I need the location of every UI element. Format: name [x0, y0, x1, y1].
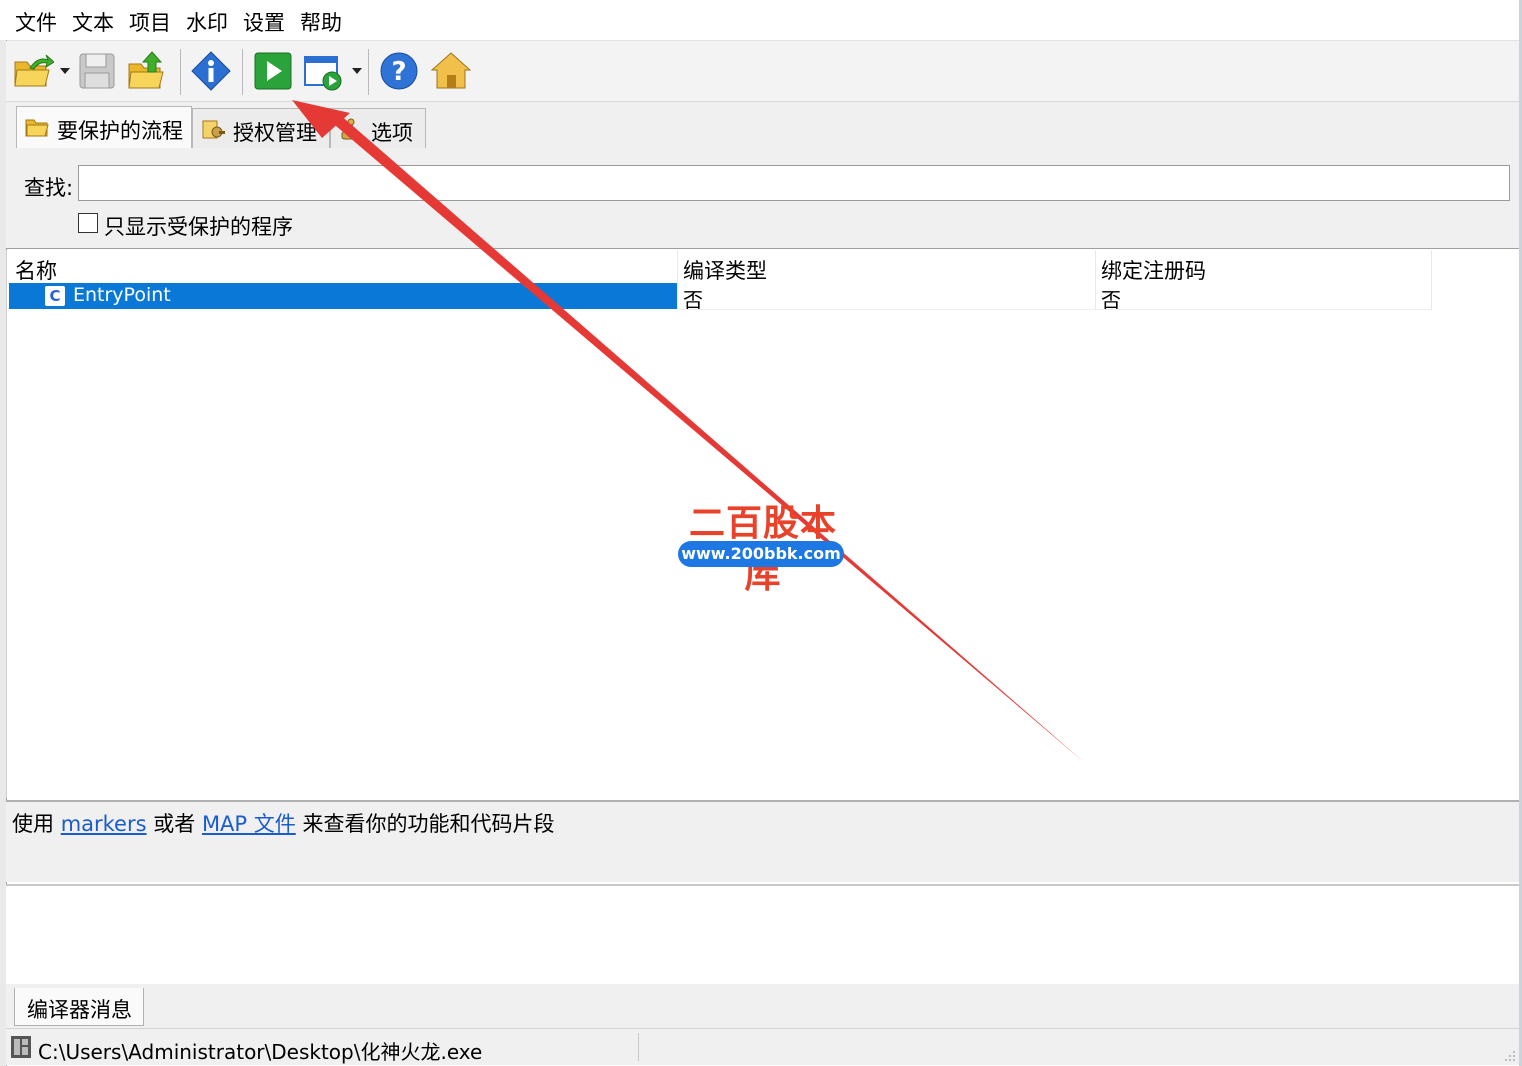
show-protected-only-label[interactable]: 只显示受保护的程序: [104, 211, 293, 241]
tab-label: 选项: [371, 121, 413, 145]
info-icon[interactable]: [190, 50, 232, 92]
resize-grip-icon[interactable]: [1502, 1048, 1516, 1062]
status-file-path: C:\Users\Administrator\Desktop\化神火龙.exe: [38, 1040, 483, 1064]
column-divider: [1431, 250, 1432, 310]
tab-options[interactable]: 选项: [330, 108, 426, 148]
tab-label: 授权管理: [233, 121, 317, 145]
folder-icon: [25, 119, 49, 137]
column-header-compile-type[interactable]: 编译类型: [683, 255, 767, 285]
menu-text[interactable]: 文本: [72, 7, 114, 37]
compiler-output-pane[interactable]: [6, 884, 1520, 985]
info-prefix: 使用: [12, 812, 54, 836]
search-panel: 查找: 只显示受保护的程序: [6, 148, 1520, 249]
tab-protected-procedures[interactable]: 要保护的流程: [16, 106, 192, 149]
tab-license-management[interactable]: 授权管理: [192, 108, 330, 148]
tab-compiler-messages[interactable]: 编译器消息: [14, 988, 144, 1026]
class-c-icon: C: [45, 286, 65, 306]
menu-file[interactable]: 文件: [15, 7, 57, 37]
bottom-tab-strip: 编译器消息: [6, 984, 1520, 1028]
upload-folder-icon[interactable]: [126, 50, 168, 92]
license-icon: [202, 120, 225, 139]
row-divider: [677, 309, 1431, 310]
info-text: 使用 markers 或者 MAP 文件 来查看你的功能和代码片段: [12, 808, 554, 838]
table-row[interactable]: C EntryPoint: [9, 283, 677, 309]
markers-link[interactable]: markers: [61, 812, 147, 836]
options-icon: [341, 118, 361, 140]
menu-watermark[interactable]: 水印: [186, 7, 228, 37]
run-dropdown-arrow[interactable]: [352, 68, 362, 74]
status-separator: [638, 1033, 639, 1061]
info-panel: 使用 markers 或者 MAP 文件 来查看你的功能和代码片段: [6, 800, 1520, 882]
tab-label: 要保护的流程: [57, 119, 183, 143]
column-header-bind-key[interactable]: 绑定注册码: [1101, 255, 1206, 285]
status-bar: C:\Users\Administrator\Desktop\化神火龙.exe: [6, 1028, 1520, 1065]
home-icon[interactable]: [430, 50, 472, 92]
tab-label: 编译器消息: [27, 998, 132, 1022]
svg-text:?: ?: [391, 57, 406, 87]
menu-project[interactable]: 项目: [129, 7, 171, 37]
main-tab-strip: 要保护的流程 授权管理 选项: [6, 102, 1520, 149]
open-dropdown-arrow[interactable]: [60, 68, 70, 74]
column-divider: [1095, 250, 1096, 310]
menu-settings[interactable]: 设置: [243, 7, 285, 37]
info-suffix: 来查看你的功能和代码片段: [302, 812, 555, 836]
toolbar: ?: [6, 41, 1520, 102]
window-play-icon[interactable]: [302, 50, 344, 92]
run-play-icon[interactable]: [252, 50, 294, 92]
column-divider: [677, 250, 678, 310]
open-folder-icon[interactable]: [12, 50, 54, 92]
toolbar-separator: [368, 49, 369, 95]
menu-help[interactable]: 帮助: [300, 7, 342, 37]
search-label: 查找:: [24, 176, 74, 200]
menu-bar: 文件 文本 项目 水印 设置 帮助: [0, 0, 1522, 41]
toolbar-separator: [242, 49, 243, 95]
show-protected-only-checkbox[interactable]: [78, 213, 98, 233]
app-logo-icon: [11, 1036, 31, 1058]
column-header-name[interactable]: 名称: [15, 255, 57, 285]
help-icon[interactable]: ?: [378, 50, 420, 92]
info-middle: 或者: [153, 812, 196, 836]
map-file-link[interactable]: MAP 文件: [202, 812, 296, 836]
row-name: EntryPoint: [73, 284, 171, 306]
watermark-url: www.200bbk.com: [678, 541, 844, 567]
toolbar-separator: [180, 49, 181, 95]
search-input[interactable]: [78, 165, 1510, 201]
save-disk-icon[interactable]: [76, 50, 118, 92]
